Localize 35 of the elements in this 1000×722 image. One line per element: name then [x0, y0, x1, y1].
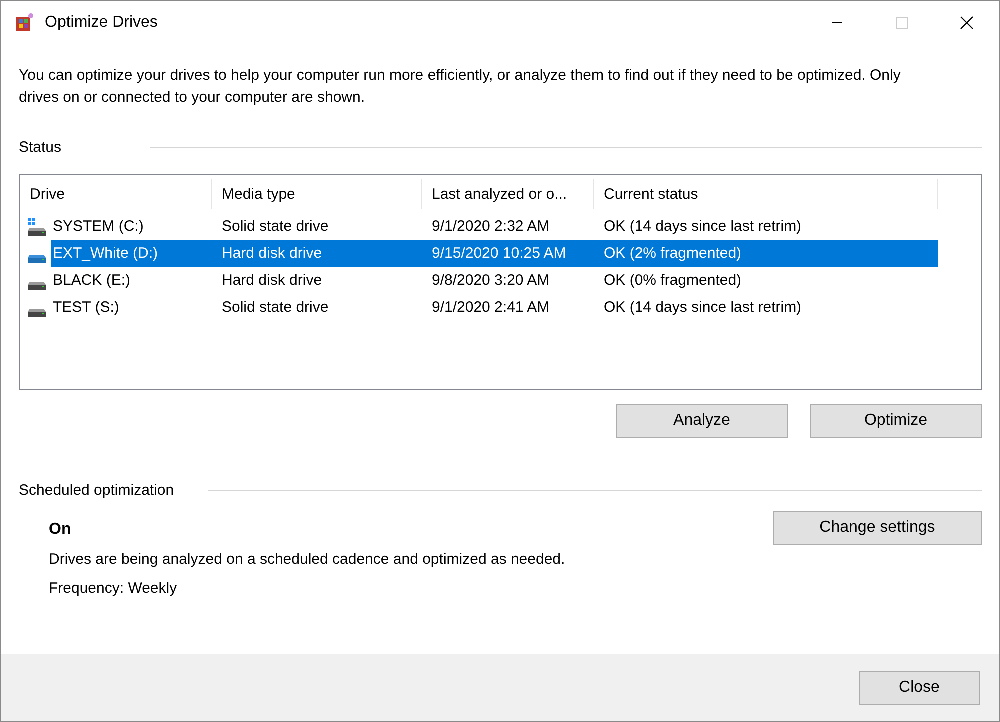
minimize-icon: [832, 22, 842, 24]
drive-name[interactable]: BLACK (E:): [51, 267, 212, 294]
frequency-text: Frequency: Weekly: [49, 580, 178, 597]
column-header[interactable]: Drive: [20, 179, 212, 209]
table-cell: OK (2% fragmented): [594, 240, 938, 267]
drive-name[interactable]: SYSTEM (C:): [51, 213, 212, 240]
action-button[interactable]: Optimize: [810, 404, 982, 438]
window-title: Optimize Drives: [45, 14, 159, 32]
intro-text: You can optimize your drives to help your computer run more efficiently, or analyze them to find out if they need to be optimized. Only drives on or connected to your computer are shown.: [19, 66, 902, 108]
table-cell-text: Hard disk drive: [221, 271, 324, 291]
action-button[interactable]: Analyze: [616, 404, 788, 438]
table-cell-text: 9/8/2020 3:20 AM: [431, 271, 551, 291]
column-header[interactable]: Current status: [594, 179, 938, 209]
schedule-description: Drives are being analyzed on a scheduled cadence and optimized as needed.: [49, 551, 566, 568]
table-cell-text: 9/1/2020 2:32 AM: [431, 217, 551, 237]
close-icon: [960, 16, 974, 30]
drive-name[interactable]: EXT_White (D:): [51, 240, 212, 267]
table-cell-text: OK (0% fragmented): [603, 271, 743, 291]
table-cell: Hard disk drive: [212, 240, 422, 267]
section-heading: Status: [19, 139, 62, 156]
change-settings-button[interactable]: Change settings: [773, 511, 982, 545]
table-cell-text: OK (14 days since last retrim): [603, 298, 803, 318]
maximize-icon: [896, 17, 908, 29]
app-icon: [15, 13, 35, 33]
drive-name[interactable]: TEST (S:): [51, 294, 212, 321]
close-dialog-button[interactable]: Close: [859, 670, 980, 704]
schedule-state: On: [49, 521, 72, 539]
table-cell-text: Solid state drive: [221, 217, 330, 237]
table-cell-text: Solid state drive: [221, 298, 330, 318]
table-cell-text: 9/1/2020 2:41 AM: [431, 298, 551, 318]
column-header[interactable]: Last analyzed or o...: [422, 179, 594, 209]
table-cell: 9/15/2020 10:25 AM: [422, 240, 594, 267]
column-header[interactable]: Media type: [212, 179, 422, 209]
table-cell-text: OK (14 days since last retrim): [603, 217, 803, 237]
section-heading: Scheduled optimization: [19, 482, 174, 499]
